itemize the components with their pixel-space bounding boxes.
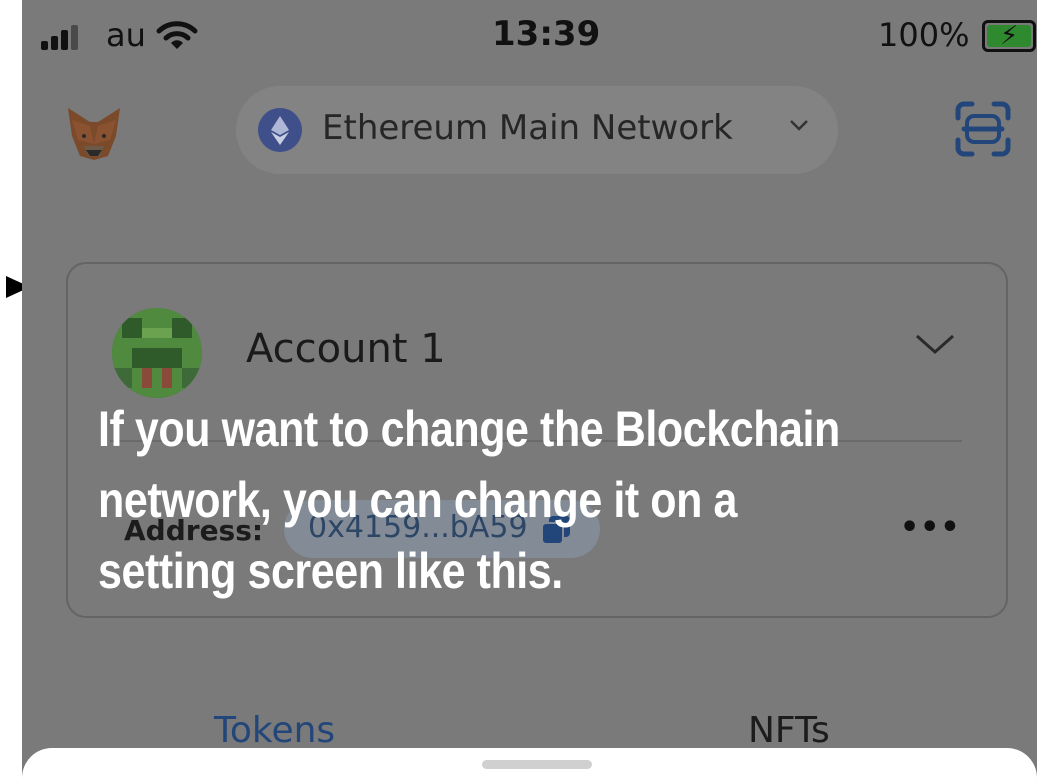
- clock: 13:39: [492, 14, 601, 54]
- tutorial-caption: If you want to change the Blockchain net…: [98, 401, 840, 599]
- chevron-down-icon[interactable]: [914, 330, 956, 358]
- carrier-label: au: [106, 16, 146, 54]
- network-selector[interactable]: Ethereum Main Network: [236, 86, 838, 174]
- signal-icon: [41, 24, 81, 50]
- chevron-down-icon: [790, 120, 808, 131]
- bottom-sheet[interactable]: [22, 748, 1037, 778]
- network-name: Ethereum Main Network: [322, 108, 733, 148]
- scan-qr-icon[interactable]: [954, 100, 1012, 158]
- status-bar: au 13:39 100% ⚡: [22, 0, 1037, 76]
- left-margin: [0, 0, 22, 778]
- wifi-icon: [156, 21, 198, 49]
- ethereum-icon: [258, 108, 302, 152]
- avatar[interactable]: [112, 308, 202, 398]
- phone-screen: au 13:39 100% ⚡ Ethereum Main Network Ac…: [22, 0, 1037, 778]
- metamask-fox-icon[interactable]: [64, 106, 124, 162]
- account-name: Account 1: [246, 326, 446, 372]
- tab-tokens[interactable]: Tokens: [214, 710, 335, 751]
- battery-icon: ⚡: [982, 20, 1036, 52]
- tab-nfts[interactable]: NFTs: [748, 710, 830, 751]
- battery-percent: 100%: [878, 16, 970, 54]
- more-options-button[interactable]: •••: [900, 510, 961, 545]
- sheet-handle[interactable]: [482, 760, 592, 769]
